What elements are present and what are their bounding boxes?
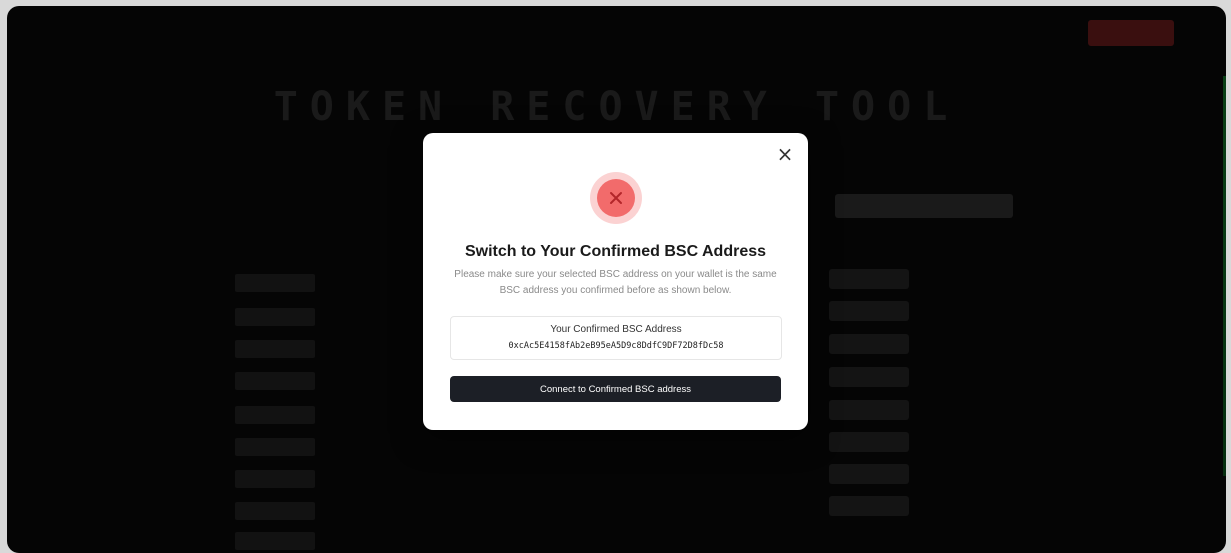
row-action-button[interactable] xyxy=(829,464,909,484)
list-item xyxy=(235,406,315,424)
modal-description: Please make sure your selected BSC addre… xyxy=(454,269,777,296)
close-icon[interactable]: × xyxy=(774,143,796,165)
row-action-button[interactable] xyxy=(829,367,909,387)
hero-title: TOKEN RECOVERY TOOL xyxy=(273,84,960,130)
row-action-button[interactable] xyxy=(829,496,909,516)
connect-confirmed-address-button[interactable]: Connect to Confirmed BSC address xyxy=(450,376,781,402)
error-icon-inner xyxy=(597,179,635,217)
row-action-button[interactable] xyxy=(829,301,909,321)
address-label: Your Confirmed BSC Address xyxy=(550,324,682,335)
list-item xyxy=(235,274,315,292)
row-action-button[interactable] xyxy=(829,400,909,420)
row-action-button[interactable] xyxy=(829,334,909,354)
row-action-button[interactable] xyxy=(829,269,909,289)
list-item xyxy=(235,438,315,456)
row-action-button[interactable] xyxy=(829,432,909,452)
nav-action-button[interactable] xyxy=(1088,20,1174,46)
x-mark-icon xyxy=(610,192,622,204)
modal-title: Switch to Your Confirmed BSC Address xyxy=(464,243,767,260)
switch-address-modal: × Switch to Your Confirmed BSC Address P… xyxy=(423,133,808,430)
edge-accent xyxy=(1223,76,1226,476)
list-item xyxy=(235,502,315,520)
confirmed-address-box: Your Confirmed BSC Address 0xcAc5E4158fA… xyxy=(450,316,782,360)
background-search-input[interactable] xyxy=(835,194,1013,218)
list-item xyxy=(235,470,315,488)
address-value: 0xcAc5E4158fAb2eB95eA5D9c8DdfC9DF72D8fDc… xyxy=(508,341,724,351)
list-item xyxy=(235,308,315,326)
error-x-icon xyxy=(590,172,642,224)
list-item xyxy=(235,532,315,550)
list-item xyxy=(235,340,315,358)
list-item xyxy=(235,372,315,390)
